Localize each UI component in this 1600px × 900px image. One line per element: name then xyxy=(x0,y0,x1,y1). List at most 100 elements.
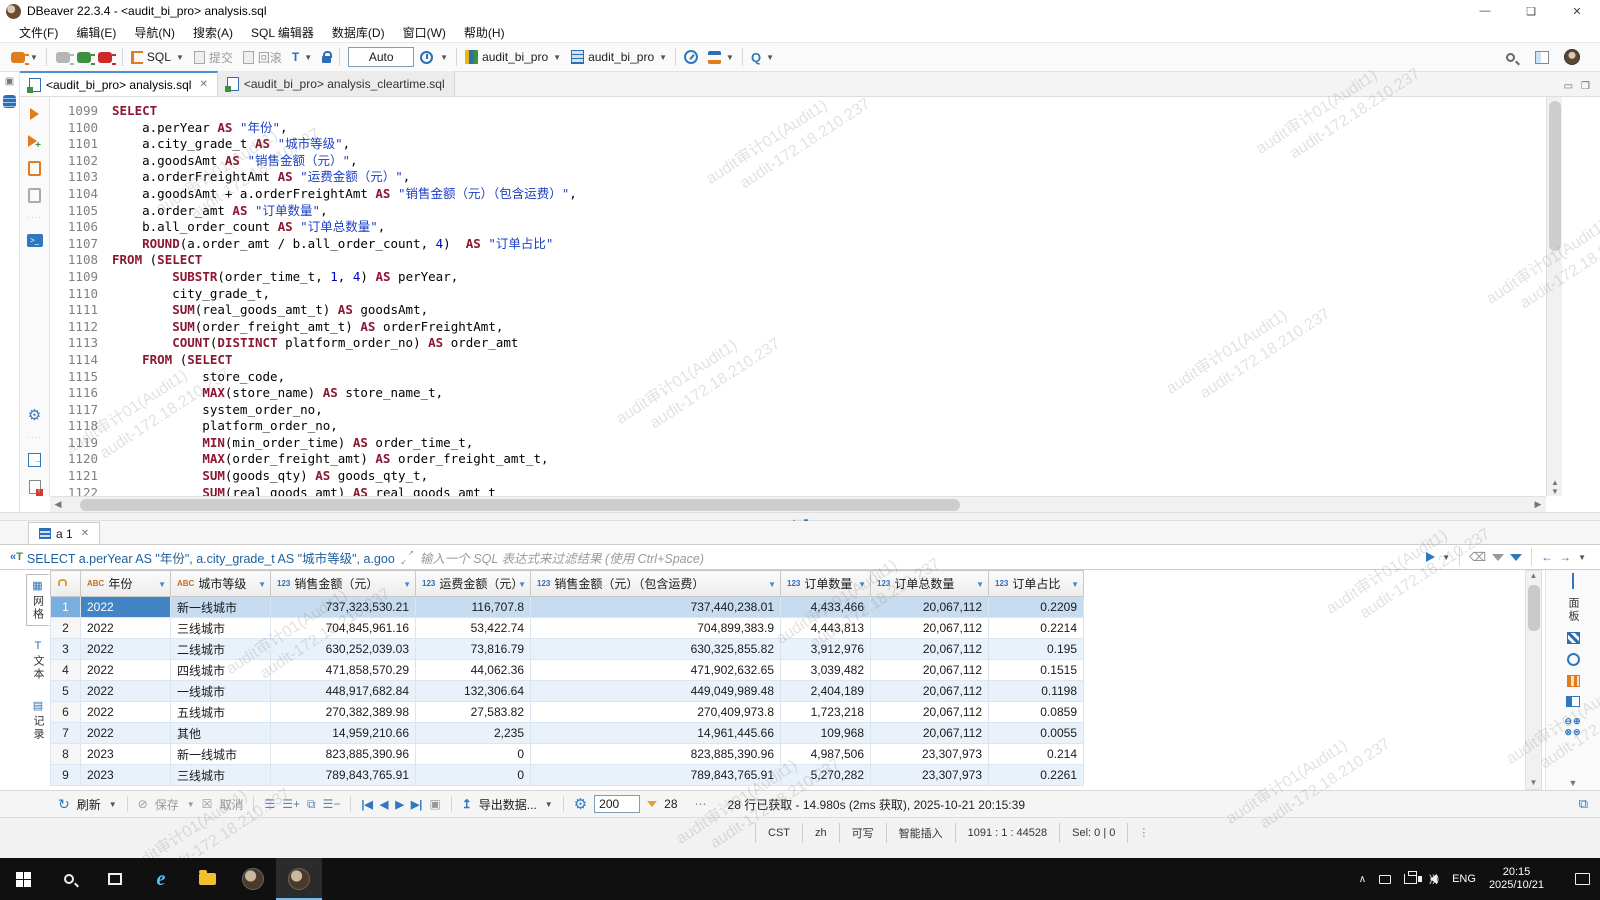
editor-vertical-scrollbar[interactable]: ▲▼ xyxy=(1546,97,1562,496)
table-row[interactable]: 82023新一线城市823,885,390.960823,885,390.964… xyxy=(51,744,1084,765)
database-navigator-icon[interactable] xyxy=(3,95,16,108)
result-view-tab-3[interactable]: ▤记录 xyxy=(26,695,50,745)
table-cell[interactable]: 2023 xyxy=(81,765,171,786)
transaction-mode-button[interactable]: T▼ xyxy=(287,50,317,64)
execute-statement-button[interactable] xyxy=(26,105,44,123)
goto-row-button[interactable]: ▣ xyxy=(429,797,440,811)
column-header[interactable]: 123运费金额（元）▼ xyxy=(416,571,531,597)
column-header[interactable]: 123订单占比▼ xyxy=(989,571,1084,597)
search-button[interactable]: Q▼ xyxy=(746,50,779,65)
export-data-button[interactable]: 导出数据... xyxy=(479,796,537,813)
table-cell[interactable]: 0.1515 xyxy=(989,660,1084,681)
copy-result-icon[interactable]: ⧉ xyxy=(1579,796,1600,812)
execute-script-button[interactable] xyxy=(26,159,44,177)
table-cell[interactable]: 737,440,238.01 xyxy=(531,597,781,618)
row-number[interactable]: 4 xyxy=(51,660,81,681)
table-cell[interactable]: 471,902,632.65 xyxy=(531,660,781,681)
panels-toggle-button[interactable] xyxy=(1572,574,1574,588)
explain-plan-button[interactable] xyxy=(26,186,44,204)
grid-vertical-scrollbar[interactable]: ▲ ▼ xyxy=(1525,570,1542,790)
expand-filter-icon[interactable] xyxy=(401,551,414,564)
language-indicator[interactable]: ENG xyxy=(1452,873,1476,885)
table-cell[interactable]: 2022 xyxy=(81,702,171,723)
table-cell[interactable]: 823,885,390.96 xyxy=(271,744,416,765)
scrollbar-arrows[interactable]: ▲▼ xyxy=(1547,478,1563,496)
table-cell[interactable]: 新一线城市 xyxy=(171,744,271,765)
next-row-button[interactable]: ▶ xyxy=(395,798,403,811)
edit-filter-icon[interactable] xyxy=(1492,554,1504,561)
table-cell[interactable]: 53,422.74 xyxy=(416,618,531,639)
table-row[interactable]: 52022一线城市448,917,682.84132,306.64449,049… xyxy=(51,681,1084,702)
metadata-panel-icon[interactable] xyxy=(1566,696,1580,707)
table-cell[interactable]: 五线城市 xyxy=(171,702,271,723)
table-cell[interactable]: 14,959,210.66 xyxy=(271,723,416,744)
table-cell[interactable]: 20,067,112 xyxy=(871,597,989,618)
zoom-buttons[interactable]: ⊖⊕⊗⊜ xyxy=(1564,716,1581,738)
restore-panel-icon[interactable]: ▣ xyxy=(3,76,17,87)
table-cell[interactable]: 823,885,390.96 xyxy=(531,744,781,765)
table-cell[interactable]: 2023 xyxy=(81,744,171,765)
table-cell[interactable]: 20,067,112 xyxy=(871,639,989,660)
row-number[interactable]: 6 xyxy=(51,702,81,723)
table-cell[interactable]: 0.195 xyxy=(989,639,1084,660)
table-row[interactable]: 32022二线城市630,252,039.0373,816.79630,325,… xyxy=(51,639,1084,660)
minimize-button[interactable]: — xyxy=(1462,0,1508,22)
commit-mode-select[interactable]: Auto xyxy=(348,47,414,67)
table-cell[interactable]: 2022 xyxy=(81,618,171,639)
table-cell[interactable]: 4,433,466 xyxy=(781,597,871,618)
dashboard-button[interactable] xyxy=(679,50,703,64)
table-cell[interactable]: 其他 xyxy=(171,723,271,744)
apply-filter-button[interactable] xyxy=(1426,552,1435,562)
table-cell[interactable]: 20,067,112 xyxy=(871,702,989,723)
perspective-button[interactable] xyxy=(1533,49,1550,66)
table-row[interactable]: 72022其他14,959,210.662,23514,961,445.6610… xyxy=(51,723,1084,744)
table-cell[interactable]: 2022 xyxy=(81,660,171,681)
close-icon[interactable]: ✕ xyxy=(81,528,89,539)
row-number[interactable]: 3 xyxy=(51,639,81,660)
filter-dropdown-icon[interactable]: ▼ xyxy=(976,580,984,589)
lock-button[interactable] xyxy=(317,51,336,63)
value-viewer-icon[interactable] xyxy=(1567,632,1580,644)
table-cell[interactable]: 0.2209 xyxy=(989,597,1084,618)
fetch-size-input[interactable]: 200 xyxy=(594,795,640,813)
scroll-right-arrow[interactable]: ▶ xyxy=(1530,499,1546,510)
table-cell[interactable]: 471,858,570.29 xyxy=(271,660,416,681)
dbeaver-taskbar-button[interactable] xyxy=(276,858,322,900)
table-cell[interactable]: 3,039,482 xyxy=(781,660,871,681)
table-cell[interactable]: 116,707.8 xyxy=(416,597,531,618)
grid-settings-button[interactable]: ⚙ xyxy=(574,795,587,813)
table-cell[interactable]: 270,382,389.98 xyxy=(271,702,416,723)
table-cell[interactable]: 270,409,973.8 xyxy=(531,702,781,723)
filter-icon[interactable] xyxy=(1510,554,1522,561)
close-icon[interactable]: ✕ xyxy=(199,79,207,90)
table-cell[interactable]: 0.2214 xyxy=(989,618,1084,639)
scroll-left-arrow[interactable]: ◀ xyxy=(50,499,66,510)
table-row[interactable]: 12022新一线城市737,323,530.21116,707.8737,440… xyxy=(51,597,1084,618)
history-forward-button[interactable]: → xyxy=(1559,550,1571,564)
table-cell[interactable]: 5,270,282 xyxy=(781,765,871,786)
rollback-button[interactable]: 回滚 xyxy=(238,49,287,66)
table-cell[interactable]: 三线城市 xyxy=(171,765,271,786)
clear-filter-button[interactable]: ⌫ xyxy=(1469,550,1486,564)
schema-selector[interactable]: audit_bi_pro▼ xyxy=(566,50,672,64)
table-cell[interactable]: 27,583.82 xyxy=(416,702,531,723)
table-cell[interactable]: 132,306.64 xyxy=(416,681,531,702)
row-number[interactable]: 9 xyxy=(51,765,81,786)
add-row-button[interactable]: ☰+ xyxy=(282,797,300,811)
table-cell[interactable]: 789,843,765.91 xyxy=(531,765,781,786)
table-cell[interactable]: 704,845,961.16 xyxy=(271,618,416,639)
editor-tab[interactable]: <audit_bi_pro> analysis_cleartime.sql xyxy=(218,71,455,96)
delete-row-button[interactable]: ☰− xyxy=(323,797,341,811)
task-view-button[interactable] xyxy=(92,858,138,900)
start-button[interactable] xyxy=(0,858,46,900)
filter-dropdown-icon[interactable]: ▼ xyxy=(768,580,776,589)
menu-item[interactable]: 窗口(W) xyxy=(394,24,455,41)
table-cell[interactable]: 704,899,383.9 xyxy=(531,618,781,639)
table-cell[interactable]: 14,961,445.66 xyxy=(531,723,781,744)
table-cell[interactable]: 23,307,973 xyxy=(871,744,989,765)
row-number[interactable]: 1 xyxy=(51,597,81,618)
column-header[interactable]: 123订单总数量▼ xyxy=(871,571,989,597)
menu-item[interactable]: 帮助(H) xyxy=(455,24,514,41)
export-result-button[interactable] xyxy=(26,451,44,469)
scroll-down-arrow[interactable]: ▼ xyxy=(1526,778,1541,787)
